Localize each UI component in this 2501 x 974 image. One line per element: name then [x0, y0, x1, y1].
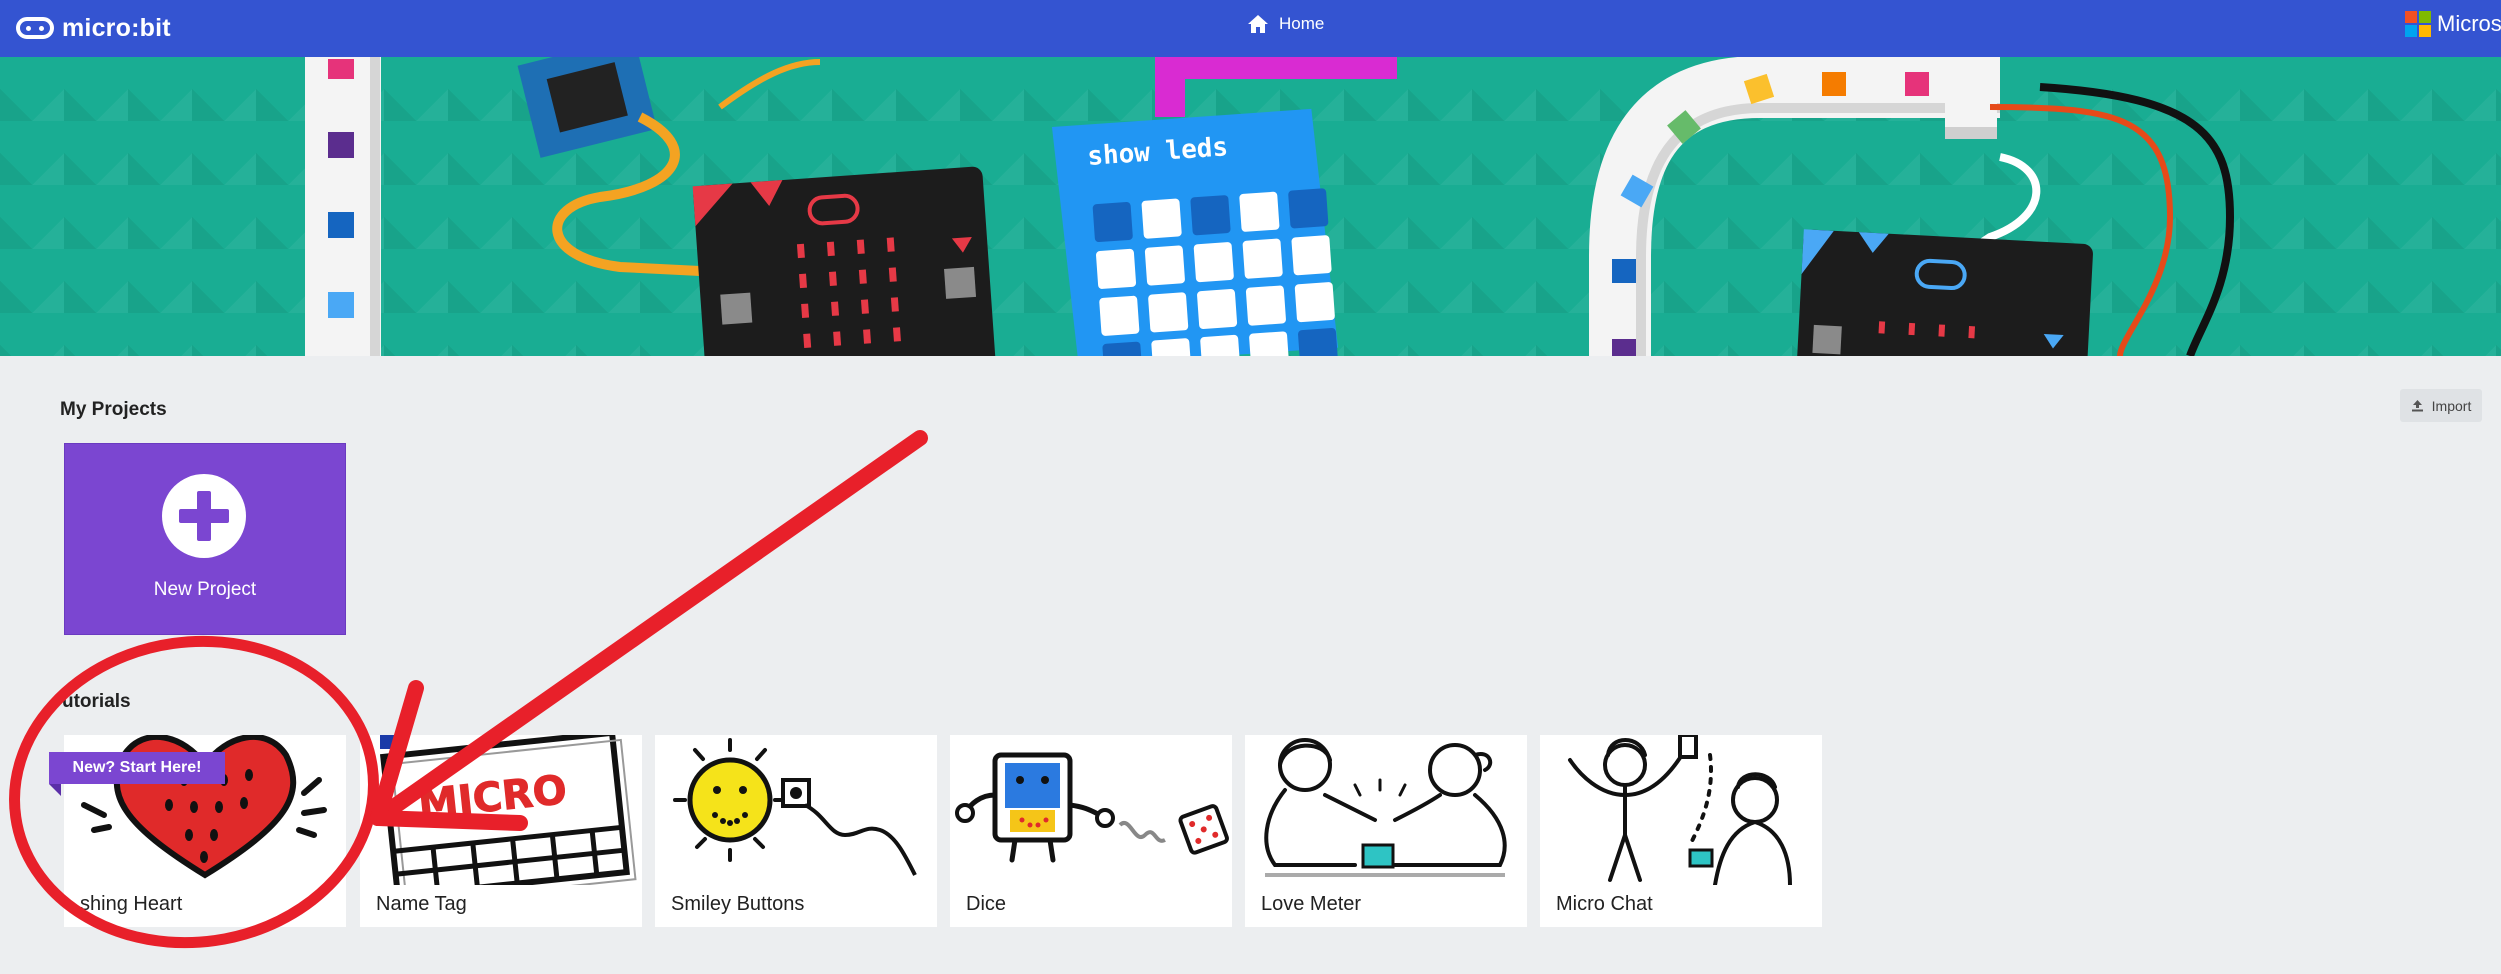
love-meter-illustration	[1264, 738, 1507, 877]
tutorial-label: Love Meter	[1261, 893, 1362, 915]
hero-illustration: show leds	[305, 57, 2235, 356]
logo-text: micro:bit	[62, 13, 171, 42]
smiley-buttons-illustration	[673, 738, 917, 876]
tutorial-label: Name Tag	[376, 893, 467, 915]
microbit-logo[interactable]: micro:bit	[16, 12, 171, 44]
brand-label: Micros	[2437, 11, 2501, 36]
tutorials-title: utorials	[62, 691, 131, 712]
tutorial-label: Micro Chat	[1556, 893, 1653, 915]
tutorial-label: Smiley Buttons	[671, 893, 805, 915]
microbit-logo-icon	[16, 17, 54, 39]
tutorial-card-name-tag[interactable]: MICRO Name Tag	[360, 735, 642, 927]
new-project-card[interactable]: New Project	[64, 443, 346, 635]
tutorial-card-smiley-buttons[interactable]: Smiley Buttons	[655, 735, 937, 927]
hero-banner: show leds	[0, 57, 2501, 356]
microsoft-logo-icon	[2405, 11, 2431, 37]
tutorial-label: Dice	[966, 893, 1007, 915]
name-tag-illustration: MICRO	[379, 735, 637, 885]
tutorial-card-micro-chat[interactable]: Micro Chat	[1540, 735, 1822, 927]
badge-tail	[49, 784, 61, 796]
new-start-here-badge: New? Start Here!	[49, 752, 225, 784]
tutorial-card-love-meter[interactable]: Love Meter	[1245, 735, 1527, 927]
dice-illustration	[955, 752, 1229, 863]
tutorial-label: shing Heart	[80, 893, 183, 915]
home-label: Home	[1279, 14, 1325, 33]
upload-icon	[2411, 400, 2423, 412]
top-bar: micro:bit Home Micros	[0, 0, 2501, 57]
tutorial-card-dice[interactable]: Dice	[950, 735, 1232, 927]
home-button[interactable]: Home	[1247, 14, 1324, 34]
new-project-label: New Project	[153, 579, 257, 600]
my-projects-title: My Projects	[60, 399, 167, 420]
import-label: Import	[2431, 397, 2472, 414]
microsoft-logo[interactable]: Micros	[2405, 11, 2501, 37]
home-icon	[1248, 15, 1268, 33]
micro-chat-illustration	[1568, 735, 1792, 885]
import-button[interactable]: Import	[2400, 389, 2482, 422]
plus-icon	[162, 474, 246, 558]
